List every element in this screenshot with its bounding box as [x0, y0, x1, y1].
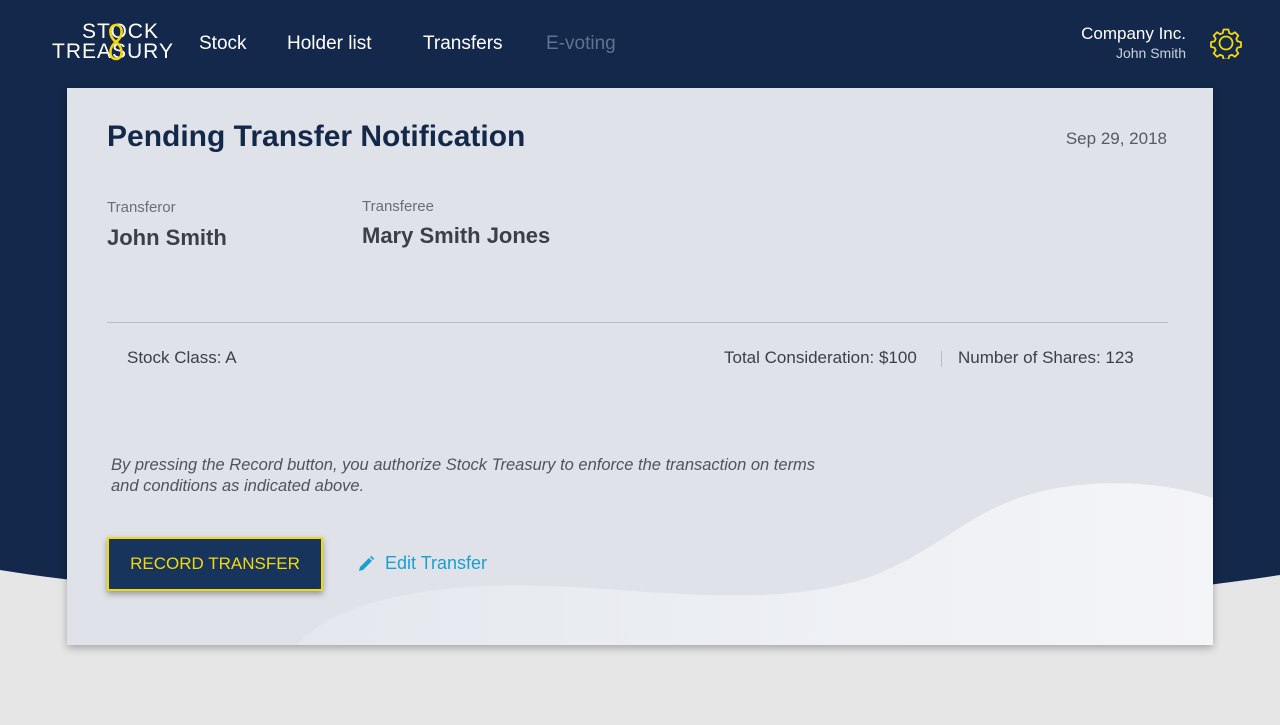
- nav-e-voting: E-voting: [546, 33, 616, 54]
- pending-transfer-card: Pending Transfer Notification Sep 29, 20…: [67, 88, 1213, 645]
- user-name: John Smith: [1115, 45, 1186, 61]
- detail-separator: [941, 351, 942, 367]
- section-divider: [107, 322, 1168, 323]
- authorization-disclaimer: By pressing the Record button, you autho…: [111, 456, 816, 495]
- total-consideration: Total Consideration: $100: [724, 348, 917, 367]
- company-name: Company Inc.: [1081, 24, 1186, 43]
- pencil-icon: [359, 555, 375, 571]
- nav-stock[interactable]: Stock: [199, 33, 247, 55]
- gear-icon[interactable]: [1210, 27, 1242, 59]
- transferor-label: Transferor: [107, 199, 176, 216]
- stock-class: Stock Class: A: [127, 348, 237, 367]
- number-of-shares: Number of Shares: 123: [958, 348, 1134, 367]
- nav-transfers[interactable]: Transfers: [423, 33, 503, 55]
- top-navigation-bar: STOCK TREASURY Stock Holder list Transfe…: [0, 0, 1280, 88]
- account-info[interactable]: Company Inc. John Smith: [1081, 24, 1186, 62]
- stock-treasury-logo[interactable]: STOCK TREASURY: [52, 20, 176, 64]
- transferor-name: John Smith: [107, 225, 227, 250]
- notification-date: Sep 29, 2018: [1065, 129, 1167, 148]
- transferee-label: Transferee: [362, 198, 434, 215]
- page-title: Pending Transfer Notification: [107, 120, 526, 153]
- nav-holder-list[interactable]: Holder list: [287, 33, 371, 55]
- transferee-name: Mary Smith Jones: [362, 223, 551, 248]
- logo-infinity-icon: [109, 23, 123, 61]
- record-transfer-button[interactable]: RECORD TRANSFER: [107, 537, 323, 591]
- edit-transfer-label: Edit Transfer: [385, 553, 488, 573]
